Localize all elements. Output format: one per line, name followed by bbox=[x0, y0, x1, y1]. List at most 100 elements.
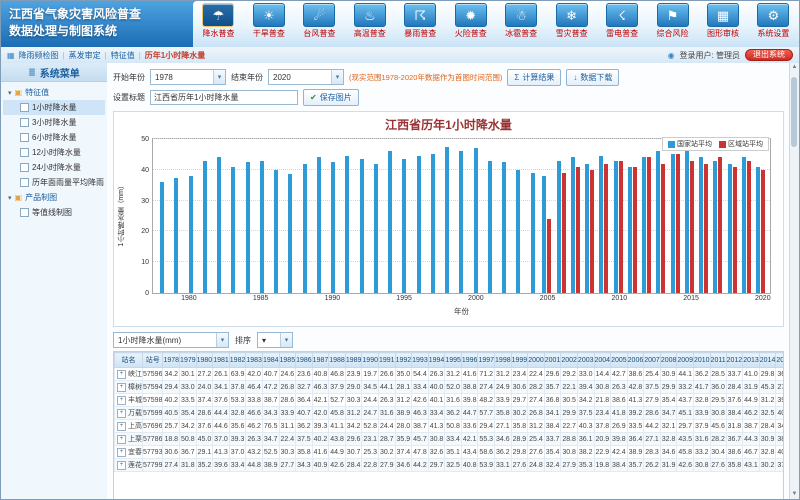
col-header-year[interactable]: 1990 bbox=[362, 353, 379, 368]
col-header-year[interactable]: 1986 bbox=[296, 353, 313, 368]
station-name-cell[interactable]: +上高 bbox=[115, 420, 143, 433]
col-header-year[interactable]: 2005 bbox=[611, 353, 628, 368]
col-header-year[interactable]: 1995 bbox=[445, 353, 462, 368]
col-header-year[interactable]: 2007 bbox=[644, 353, 661, 368]
col-header-year[interactable]: 2014 bbox=[759, 353, 776, 368]
row-expander-icon[interactable]: + bbox=[117, 396, 126, 405]
col-header-year[interactable]: 1981 bbox=[213, 353, 230, 368]
metric-select[interactable]: 1小时降水量(mm) ▾ bbox=[113, 332, 229, 348]
col-header-year[interactable]: 1998 bbox=[495, 353, 512, 368]
col-header-year[interactable]: 1992 bbox=[395, 353, 412, 368]
tree-item-precip-1h[interactable]: 1小时降水量 bbox=[3, 100, 105, 115]
value-cell: 32.8 bbox=[693, 394, 710, 407]
col-header-year[interactable]: 1991 bbox=[378, 353, 395, 368]
col-header-year[interactable]: 1982 bbox=[229, 353, 246, 368]
col-header-year[interactable]: 1988 bbox=[329, 353, 346, 368]
chart-title-input[interactable] bbox=[150, 90, 298, 105]
value-cell: 31.6 bbox=[378, 407, 395, 420]
toolbar-item-snow-survey[interactable]: ❄雪灾普查 bbox=[547, 3, 597, 39]
tab-feature-values[interactable]: 特征值 bbox=[111, 50, 135, 61]
station-name-cell[interactable]: +峡江 bbox=[115, 368, 143, 381]
station-name-cell[interactable]: +宜春 bbox=[115, 446, 143, 459]
col-header-year[interactable]: 1994 bbox=[428, 353, 445, 368]
toolbar-item-system-settings[interactable]: ⚙系统设置 bbox=[748, 3, 798, 39]
col-header-year[interactable]: 2000 bbox=[528, 353, 545, 368]
save-image-button[interactable]: ✔ 保存图片 bbox=[303, 89, 359, 106]
col-header-id[interactable]: 站号 bbox=[143, 353, 163, 368]
tab-rain-freq-map[interactable]: 降雨频检图 bbox=[19, 50, 59, 61]
toolbar-item-drought-survey[interactable]: ☀干旱普查 bbox=[244, 3, 294, 39]
toolbar-item-combined-risk[interactable]: ⚑综合风险 bbox=[648, 3, 698, 39]
col-header-year[interactable]: 2013 bbox=[743, 353, 760, 368]
toolbar-item-typhoon-survey[interactable]: ☄台风普查 bbox=[294, 3, 344, 39]
toolbar-item-fire-survey[interactable]: ✹火险普查 bbox=[446, 3, 496, 39]
station-name-cell[interactable]: +上栗 bbox=[115, 433, 143, 446]
col-header-year[interactable]: 2008 bbox=[660, 353, 677, 368]
tree-item-precip-24h[interactable]: 24小时降水量 bbox=[3, 160, 105, 175]
row-expander-icon[interactable]: + bbox=[117, 435, 126, 444]
sort-select[interactable]: ▾ ▾ bbox=[257, 332, 293, 348]
value-cell: 45.7 bbox=[412, 433, 429, 446]
tree-item-isoline-mapping[interactable]: 等值线制图 bbox=[3, 205, 105, 220]
col-header-year[interactable]: 1993 bbox=[412, 353, 429, 368]
col-header-year[interactable]: 1980 bbox=[196, 353, 213, 368]
row-expander-icon[interactable]: + bbox=[117, 383, 126, 392]
col-header-year[interactable]: 1989 bbox=[345, 353, 362, 368]
calculate-button[interactable]: Σ 计算结果 bbox=[507, 69, 561, 86]
scrollbar-thumb[interactable] bbox=[791, 77, 797, 147]
station-name-cell[interactable]: +丰城 bbox=[115, 394, 143, 407]
col-header-year[interactable]: 2004 bbox=[594, 353, 611, 368]
metric-select-value: 1小时降水量(mm) bbox=[118, 335, 181, 346]
row-expander-icon[interactable]: + bbox=[117, 461, 126, 470]
col-header-year[interactable]: 2001 bbox=[544, 353, 561, 368]
scroll-up-icon[interactable]: ▲ bbox=[790, 63, 799, 72]
download-button[interactable]: ↓ 数据下载 bbox=[566, 69, 619, 86]
col-header-year[interactable]: 2006 bbox=[627, 353, 644, 368]
logout-button[interactable]: 退出系统 bbox=[745, 49, 793, 61]
col-header-station[interactable]: 站名 bbox=[115, 353, 143, 368]
toolbar-item-graphic-review[interactable]: ▦图形审核 bbox=[698, 3, 748, 39]
col-header-year[interactable]: 1997 bbox=[478, 353, 495, 368]
col-header-year[interactable]: 1996 bbox=[461, 353, 478, 368]
tree-group-product-mapping[interactable]: ▾▣产品制图 bbox=[3, 190, 105, 205]
toolbar-item-precip-survey[interactable]: ☂降水普查 bbox=[193, 3, 243, 39]
row-expander-icon[interactable]: + bbox=[117, 409, 126, 418]
scroll-down-icon[interactable]: ▼ bbox=[790, 490, 799, 499]
station-name-cell[interactable]: +万载 bbox=[115, 407, 143, 420]
tree-item-precip-3h[interactable]: 3小时降水量 bbox=[3, 115, 105, 130]
tree-item-areal-rain-avg[interactable]: 历年面雨量平均降雨 bbox=[3, 175, 105, 190]
value-cell: 39.3 bbox=[229, 433, 246, 446]
station-name-cell[interactable]: +樟树 bbox=[115, 381, 143, 394]
toolbar-item-storm-survey[interactable]: ☈暴雨普查 bbox=[395, 3, 445, 39]
tab-evap-review[interactable]: 蒸发审定 bbox=[69, 50, 101, 61]
vertical-scrollbar[interactable]: ▲ ▼ bbox=[789, 63, 799, 499]
start-year-select[interactable]: 1978 ▾ bbox=[150, 69, 226, 85]
station-name-cell[interactable]: +莲花 bbox=[115, 459, 143, 472]
toolbar-item-lightning-survey[interactable]: ☇雷电普查 bbox=[597, 3, 647, 39]
row-expander-icon[interactable]: + bbox=[117, 422, 126, 431]
col-header-year[interactable]: 1987 bbox=[312, 353, 329, 368]
row-expander-icon[interactable]: + bbox=[117, 448, 126, 457]
sort-label: 排序 bbox=[235, 335, 251, 346]
col-header-year[interactable]: 2011 bbox=[710, 353, 726, 368]
col-header-year[interactable]: 2003 bbox=[577, 353, 594, 368]
tree-item-precip-6h[interactable]: 6小时降水量 bbox=[3, 130, 105, 145]
toolbar-item-heat-survey[interactable]: ♨高温普查 bbox=[345, 3, 395, 39]
col-header-year[interactable]: 1999 bbox=[511, 353, 528, 368]
col-header-year[interactable]: 1984 bbox=[262, 353, 279, 368]
row-expander-icon[interactable]: + bbox=[117, 370, 126, 379]
col-header-year[interactable]: 2010 bbox=[693, 353, 710, 368]
col-header-year[interactable]: 1978 bbox=[163, 353, 180, 368]
col-header-year[interactable]: 1985 bbox=[279, 353, 296, 368]
col-header-year[interactable]: 2009 bbox=[677, 353, 694, 368]
tree-group-feature-values[interactable]: ▾▣特征值 bbox=[3, 85, 105, 100]
col-header-year[interactable]: 2002 bbox=[561, 353, 578, 368]
tree-item-precip-12h[interactable]: 12小时降水量 bbox=[3, 145, 105, 160]
col-header-year[interactable]: 1983 bbox=[246, 353, 263, 368]
col-header-year[interactable]: 2012 bbox=[726, 353, 743, 368]
toolbar-item-hail-survey[interactable]: ☃冰雹普查 bbox=[496, 3, 546, 39]
col-header-year[interactable]: 1979 bbox=[180, 353, 197, 368]
col-header-year[interactable]: 2015 bbox=[776, 353, 784, 368]
end-year-select[interactable]: 2020 ▾ bbox=[268, 69, 344, 85]
tab-hourly-precip-history[interactable]: 历年1小时降水量 bbox=[145, 50, 205, 61]
